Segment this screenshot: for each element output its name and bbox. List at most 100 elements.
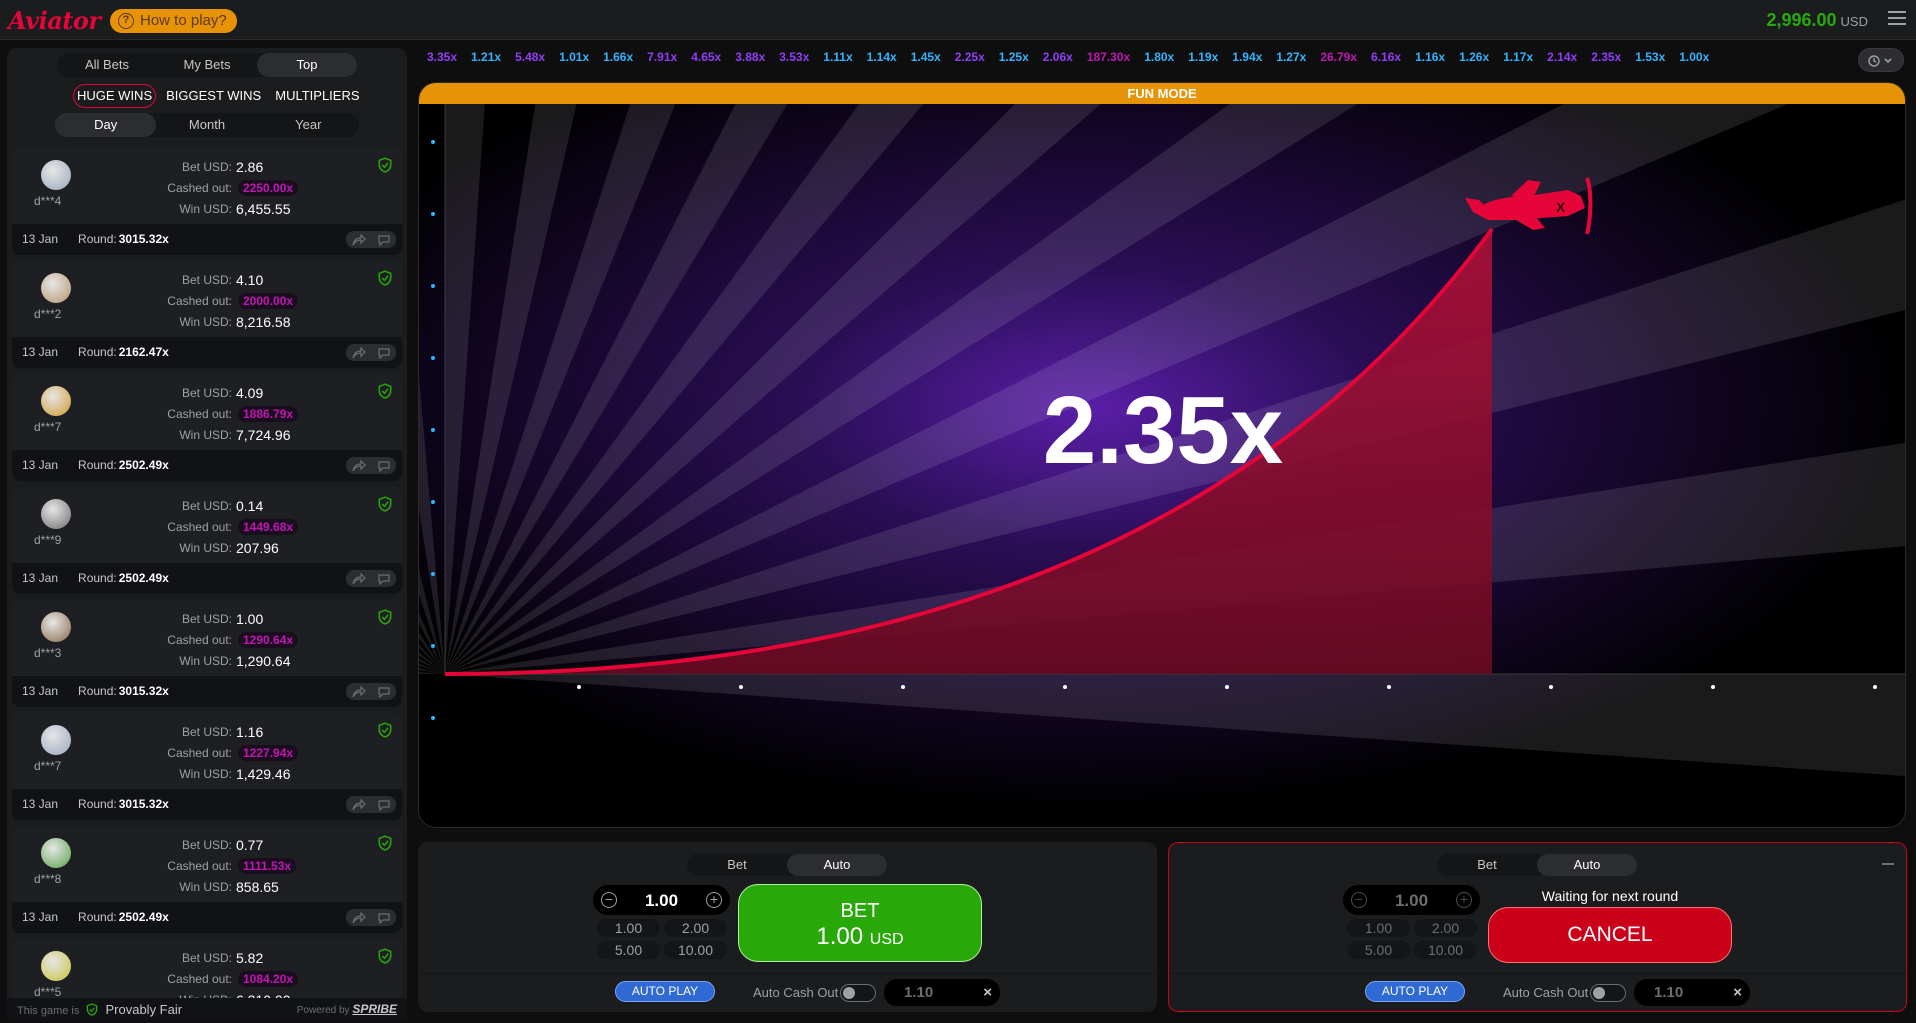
chat-icon[interactable] [377,799,391,811]
auto-play-button[interactable]: AUTO PLAY [1365,981,1465,1002]
history-multiplier[interactable]: 5.48x [508,47,553,73]
tab-all-bets[interactable]: All Bets [57,53,157,77]
category-biggest-wins[interactable]: BIGGEST WINS [162,84,265,108]
history-multiplier[interactable]: 1.53x [1628,47,1673,73]
history-multiplier[interactable]: 1.19x [1181,47,1226,73]
win-label: Win USD: [179,201,232,216]
history-multiplier[interactable]: 2.25x [947,47,992,73]
cashed-label: Cashed out: [167,971,232,986]
round-multiplier: 3015.32x [118,232,169,246]
history-multiplier[interactable]: 1.16x [1408,47,1453,73]
share-icon[interactable] [351,572,366,585]
share-icon[interactable] [351,346,366,359]
tab-bet[interactable]: Bet [1437,854,1537,876]
avatar [41,725,71,755]
share-icon[interactable] [351,911,366,924]
aviator-logo[interactable]: Aviator [8,6,101,35]
history-multiplier[interactable]: 1.25x [991,47,1036,73]
period-month[interactable]: Month [156,113,257,137]
history-multiplier[interactable]: 3.88x [728,47,773,73]
period-year[interactable]: Year [258,113,359,137]
hamburger-menu-icon[interactable] [1888,11,1906,27]
cashed-label: Cashed out: [167,632,232,647]
history-multiplier[interactable]: 1.80x [1137,47,1182,73]
bet-label: Bet USD: [181,272,232,287]
how-to-play-button[interactable]: ? How to play? [110,9,237,33]
bet-label: Bet USD: [181,385,232,400]
chat-icon[interactable] [377,573,391,585]
clear-icon[interactable]: × [983,979,992,1006]
history-multiplier[interactable]: 1.17x [1496,47,1541,73]
category-multipliers[interactable]: MULTIPLIERS [271,84,363,108]
verified-shield-icon[interactable] [378,496,392,512]
tab-auto[interactable]: Auto [1537,854,1637,876]
x-axis-dot [1063,685,1067,689]
history-multiplier[interactable]: 1.14x [859,47,904,73]
history-multiplier[interactable]: 4.65x [684,47,729,73]
minimize-icon[interactable] [1882,863,1894,865]
category-huge-wins[interactable]: HUGE WINS [73,84,157,108]
share-icon[interactable] [351,798,366,811]
history-multiplier[interactable]: 1.21x [464,47,509,73]
auto-cash-out-toggle[interactable] [1590,984,1626,1002]
chat-icon[interactable] [377,460,391,472]
history-multiplier[interactable]: 6.16x [1364,47,1409,73]
verified-shield-icon[interactable] [378,157,392,173]
history-multiplier[interactable]: 1.11x [816,47,860,73]
verified-shield-icon[interactable] [378,948,392,964]
history-multiplier[interactable]: 1.26x [1452,47,1497,73]
verified-shield-icon[interactable] [378,383,392,399]
period-day[interactable]: Day [55,113,157,137]
tab-auto[interactable]: Auto [787,854,887,876]
history-multiplier[interactable]: 1.45x [903,47,948,73]
spribe-logo[interactable]: SPRIBE [352,1002,397,1016]
history-toggle-button[interactable] [1858,48,1904,72]
history-multiplier[interactable]: 2.06x [1035,47,1080,73]
history-multiplier[interactable]: 1.00x [1672,47,1717,73]
cancel-button[interactable]: CANCEL [1488,907,1732,963]
x-axis-dot [1225,685,1229,689]
history-multiplier[interactable]: 1.94x [1225,47,1270,73]
history-multiplier[interactable]: 2.14x [1540,47,1585,73]
history-multiplier[interactable]: 1.01x [552,47,597,73]
auto-play-button[interactable]: AUTO PLAY [615,981,715,1002]
history-multiplier[interactable]: 187.30x [1079,47,1138,73]
cashed-multiplier: 2250.00x [238,179,299,196]
quick-amount-button[interactable]: 5.00 [597,941,660,959]
share-icon[interactable] [351,233,366,246]
verified-shield-icon[interactable] [378,270,392,286]
tab-top[interactable]: Top [257,53,357,77]
quick-amounts: 1.00 2.00 5.00 10.00 [597,919,727,959]
cashed-multiplier: 1290.64x [238,631,299,648]
quick-amount-button[interactable]: 10.00 [664,941,727,959]
auto-cash-out-input[interactable]: 1.10 × [884,979,1000,1006]
history-multiplier[interactable]: 26.79x [1313,47,1365,73]
verified-shield-icon[interactable] [378,722,392,738]
verified-shield-icon[interactable] [378,835,392,851]
chat-icon[interactable] [377,347,391,359]
history-multiplier[interactable]: 1.66x [596,47,641,73]
share-icon[interactable] [351,459,366,472]
top-win-card: d***8 Bet USD: 0.77 Cashed out: 1111.53x Win … [12,826,402,933]
quick-amount-button[interactable]: 1.00 [597,919,660,937]
history-multiplier[interactable]: 1.27x [1269,47,1314,73]
history-multiplier[interactable]: 3.53x [772,47,817,73]
provably-fair-link[interactable]: Provably Fair [105,1002,182,1017]
chat-icon[interactable] [377,686,391,698]
history-multiplier[interactable]: 2.35x [1584,47,1629,73]
plus-icon[interactable]: + [706,892,722,908]
quick-amount-button[interactable]: 2.00 [664,919,727,937]
history-multiplier[interactable]: 7.91x [640,47,685,73]
auto-cash-out-input[interactable]: 1.10 × [1634,979,1750,1006]
powered-by-label: Powered by [296,1005,350,1016]
bet-button[interactable]: BET 1.00 USD [738,884,982,962]
verified-shield-icon[interactable] [378,609,392,625]
share-icon[interactable] [351,685,366,698]
auto-cash-out-toggle[interactable] [840,984,876,1002]
tab-bet[interactable]: Bet [687,854,787,876]
tab-my-bets[interactable]: My Bets [157,53,257,77]
clear-icon[interactable]: × [1733,979,1742,1006]
chat-icon[interactable] [377,912,391,924]
chat-icon[interactable] [377,234,391,246]
history-multiplier[interactable]: 3.35x [420,47,465,73]
